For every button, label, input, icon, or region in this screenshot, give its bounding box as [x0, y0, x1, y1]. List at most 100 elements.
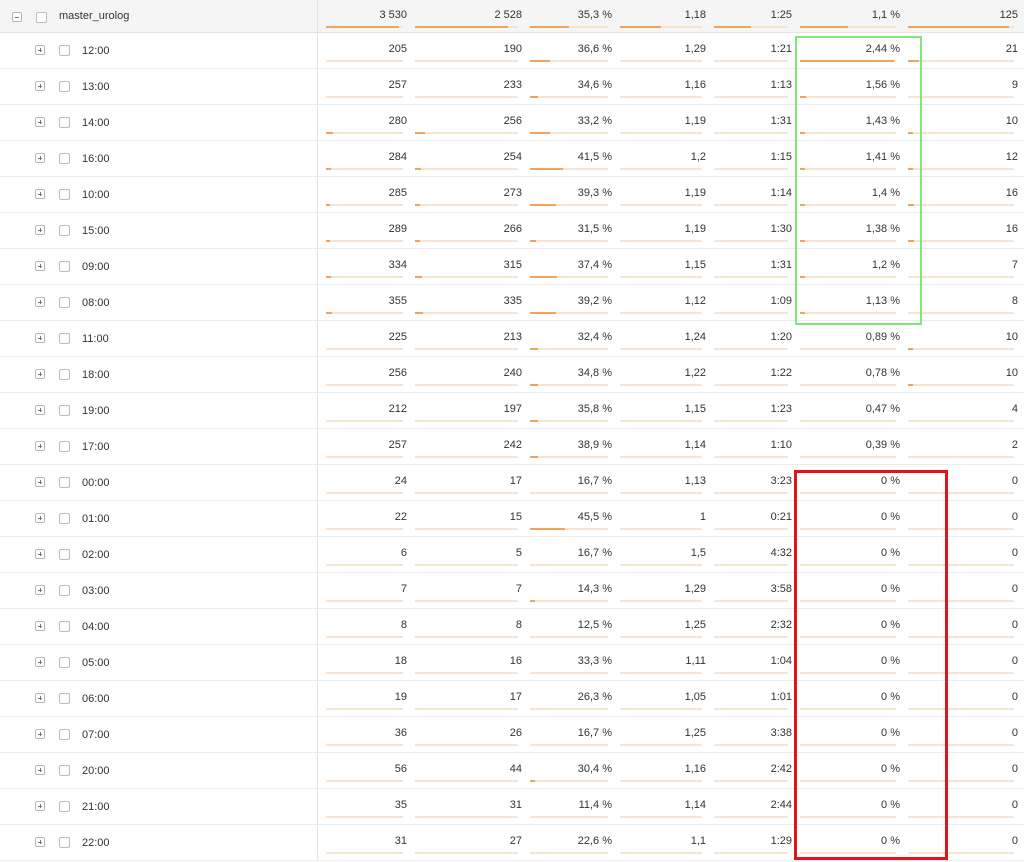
col-visits-cell: 285 [318, 177, 407, 212]
expand-icon[interactable] [35, 657, 45, 667]
row-checkbox[interactable] [59, 369, 70, 380]
row-checkbox[interactable] [59, 621, 70, 632]
row-checkbox[interactable] [59, 153, 70, 164]
expand-icon[interactable] [35, 297, 45, 307]
col-visits-cell: 334 [318, 249, 407, 284]
row-label: 10:00 [82, 189, 110, 201]
expand-icon[interactable] [35, 549, 45, 559]
col-visitors-bar-fill [415, 240, 421, 242]
col-visits-bar-track [326, 26, 403, 28]
row-label: 00:00 [82, 477, 110, 489]
row-checkbox[interactable] [59, 405, 70, 416]
col-goal-reaches-bar-track [908, 240, 1014, 242]
expand-icon[interactable] [35, 261, 45, 271]
expand-icon[interactable] [35, 729, 45, 739]
row-checkbox[interactable] [59, 513, 70, 524]
row-checkbox[interactable] [59, 261, 70, 272]
row-checkbox[interactable] [36, 12, 47, 23]
col-conversion-bar-track [800, 600, 896, 602]
col-time-on-site-bar-track [714, 708, 788, 710]
col-visitors-cell: 233 [407, 69, 522, 104]
col-goal-reaches-bar-fill [908, 26, 1009, 28]
expand-icon[interactable] [35, 333, 45, 343]
col-goal-reaches-bar-track [908, 204, 1014, 206]
row-label: 16:00 [82, 153, 110, 165]
col-visits-bar-track [326, 96, 403, 98]
row-checkbox[interactable] [59, 225, 70, 236]
col-visits-cell: 22 [318, 501, 407, 536]
col-page-depth-bar-track [620, 672, 702, 674]
col-conversion-cell: 0 % [792, 609, 900, 644]
expand-icon[interactable] [35, 405, 45, 415]
col-goal-reaches-bar-track [908, 276, 1014, 278]
col-goal-reaches-bar-fill [908, 348, 914, 350]
expand-icon[interactable] [35, 621, 45, 631]
col-visits-bar-track [326, 492, 403, 494]
col-page-depth-cell: 1,25 [612, 609, 706, 644]
row-checkbox[interactable] [59, 693, 70, 704]
col-conversion-bar-track [800, 348, 896, 350]
expand-icon[interactable] [35, 153, 45, 163]
col-visits-bar-track [326, 744, 403, 746]
col-visitors-bar-fill [415, 168, 422, 170]
col-page-depth-cell: 1,19 [612, 213, 706, 248]
col-visitors-bar-track [415, 492, 518, 494]
expand-icon[interactable] [35, 801, 45, 811]
row-checkbox[interactable] [59, 81, 70, 92]
row-checkbox[interactable] [59, 657, 70, 668]
row-checkbox[interactable] [59, 765, 70, 776]
col-goal-reaches-bar-fill [908, 60, 919, 62]
row-checkbox[interactable] [59, 585, 70, 596]
row-checkbox[interactable] [59, 549, 70, 560]
col-visitors-cell: 17 [407, 681, 522, 716]
col-bounce-rate-bar-fill [530, 276, 558, 278]
expand-icon[interactable] [35, 225, 45, 235]
expand-icon[interactable] [35, 81, 45, 91]
col-visits-bar-track [326, 204, 403, 206]
col-visitors-bar-fill [415, 26, 508, 28]
expand-icon[interactable] [35, 765, 45, 775]
row-label: 09:00 [82, 261, 110, 273]
col-conversion-cell: 0 % [792, 537, 900, 572]
col-page-depth-bar-track [620, 96, 702, 98]
col-visitors-bar-track [415, 204, 518, 206]
row-checkbox[interactable] [59, 801, 70, 812]
row-label: master_urolog [59, 10, 130, 22]
table-row: 21:00 35 31 11,4 % 1,14 2:44 0 % 0 [0, 789, 1024, 825]
table-row: 06:00 19 17 26,3 % 1,05 1:01 0 % 0 [0, 681, 1024, 717]
expand-icon[interactable] [35, 189, 45, 199]
expand-icon[interactable] [35, 513, 45, 523]
col-bounce-rate-bar-track [530, 204, 608, 206]
col-visitors-bar-fill [415, 132, 426, 134]
col-visitors-bar-track [415, 26, 518, 28]
row-checkbox[interactable] [59, 441, 70, 452]
expand-icon[interactable] [35, 693, 45, 703]
row-checkbox[interactable] [59, 837, 70, 848]
row-name-cell: 05:00 [0, 645, 318, 680]
col-visits-cell: 280 [318, 105, 407, 140]
row-checkbox[interactable] [59, 45, 70, 56]
collapse-icon[interactable] [12, 12, 22, 22]
row-checkbox[interactable] [59, 729, 70, 740]
col-conversion-bar-fill [800, 26, 848, 28]
row-label: 07:00 [82, 729, 110, 741]
row-checkbox[interactable] [59, 297, 70, 308]
expand-icon[interactable] [35, 117, 45, 127]
expand-icon[interactable] [35, 441, 45, 451]
col-page-depth-cell: 1,19 [612, 105, 706, 140]
col-bounce-rate-cell: 34,6 % [522, 69, 612, 104]
table-row: 11:00 225 213 32,4 % 1,24 1:20 0,89 % 10 [0, 321, 1024, 357]
expand-icon[interactable] [35, 837, 45, 847]
row-checkbox[interactable] [59, 477, 70, 488]
expand-icon[interactable] [35, 369, 45, 379]
col-goal-reaches-cell: 0 [900, 681, 1018, 716]
expand-icon[interactable] [35, 477, 45, 487]
row-checkbox[interactable] [59, 333, 70, 344]
row-checkbox[interactable] [59, 117, 70, 128]
report-table: master_urolog 3 530 2 528 35,3 % 1,18 1:25 1,1… [0, 0, 1024, 861]
row-label: 06:00 [82, 693, 110, 705]
row-checkbox[interactable] [59, 189, 70, 200]
expand-icon[interactable] [35, 585, 45, 595]
expand-icon[interactable] [35, 45, 45, 55]
col-conversion-bar-track [800, 96, 896, 98]
